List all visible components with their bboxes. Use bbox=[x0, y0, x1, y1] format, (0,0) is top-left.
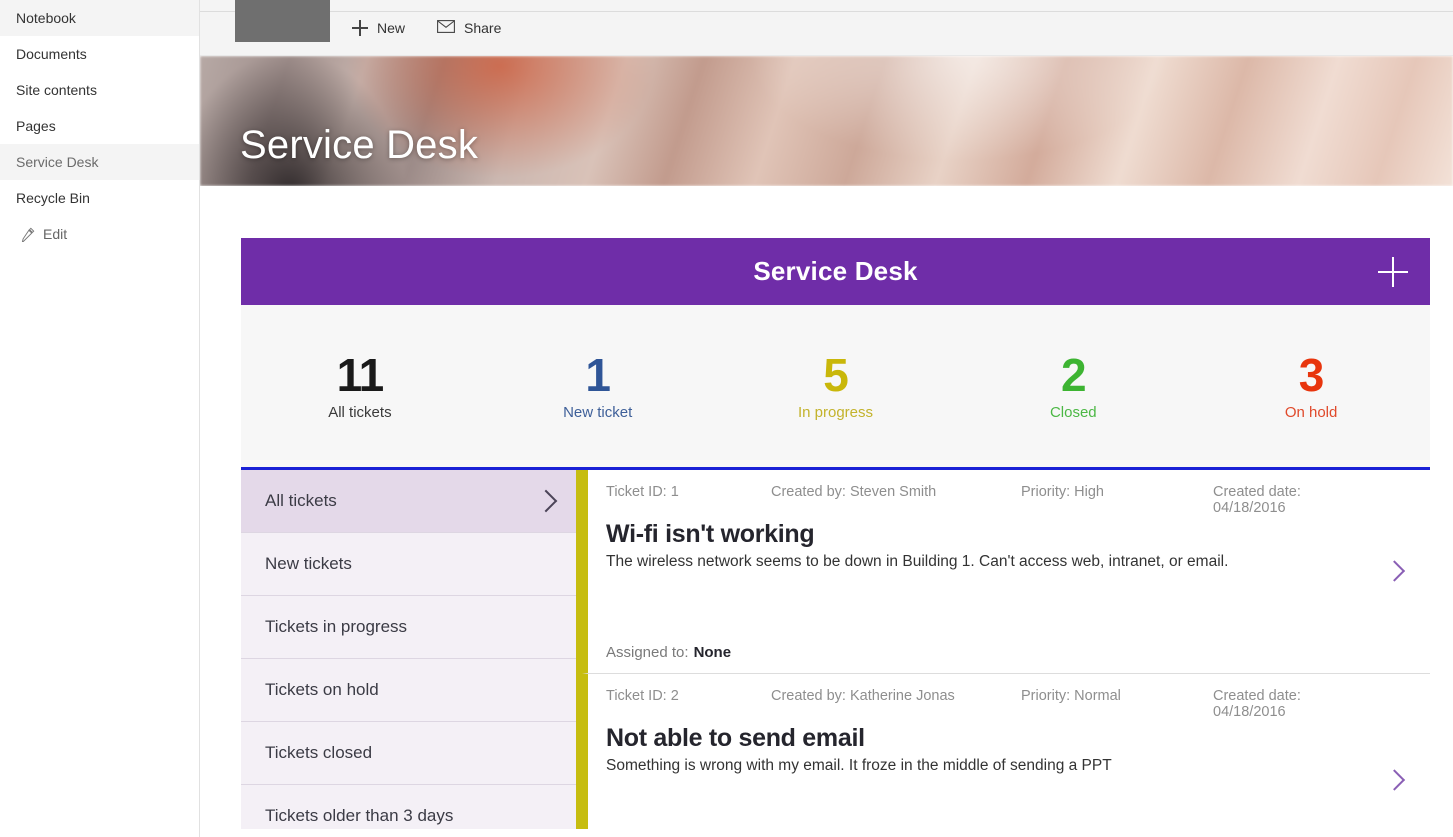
filter-item-label: All tickets bbox=[265, 491, 337, 511]
sidebar-item-site-contents[interactable]: Site contents bbox=[0, 72, 199, 108]
ticket-filter-list: All tickets New tickets Tickets in progr… bbox=[241, 470, 582, 829]
stat-label: Closed bbox=[954, 404, 1192, 421]
filter-item-label: Tickets older than 3 days bbox=[265, 806, 453, 826]
ticket-created-by: Created by: Katherine Jonas bbox=[771, 688, 1021, 720]
ticket-id: Ticket ID: 1 bbox=[606, 484, 771, 516]
stat-on-hold[interactable]: 3 On hold bbox=[1192, 351, 1430, 420]
ticket-assigned-to: Assigned to: None bbox=[606, 644, 731, 661]
stat-value: 11 bbox=[241, 351, 479, 399]
filter-item-label: Tickets on hold bbox=[265, 680, 379, 700]
stat-value: 5 bbox=[717, 351, 955, 399]
ticket-row[interactable]: Ticket ID: 1 Created by: Steven Smith Pr… bbox=[582, 470, 1430, 674]
ticket-assigned-value: None bbox=[694, 644, 732, 661]
stat-label: All tickets bbox=[241, 404, 479, 421]
ticket-title: Wi-fi isn't working bbox=[606, 520, 1370, 549]
sidebar-item-service-desk[interactable]: Service Desk bbox=[0, 144, 199, 180]
stats-row: 11 All tickets 1 New ticket 5 In progres… bbox=[241, 305, 1430, 467]
new-button-label: New bbox=[377, 20, 405, 36]
filter-item-tickets-in-progress[interactable]: Tickets in progress bbox=[241, 596, 576, 659]
ticket-assigned-label: Assigned to: bbox=[606, 644, 689, 661]
share-button-label: Share bbox=[464, 20, 501, 36]
new-button[interactable]: New bbox=[350, 16, 407, 40]
ticket-meta: Ticket ID: 1 Created by: Steven Smith Pr… bbox=[606, 484, 1370, 516]
ticket-created-by: Created by: Steven Smith bbox=[771, 484, 1021, 516]
stat-label: New ticket bbox=[479, 404, 717, 421]
chevron-right-icon[interactable] bbox=[1384, 560, 1405, 581]
filter-item-label: Tickets in progress bbox=[265, 617, 407, 637]
loading-placeholder bbox=[235, 0, 330, 42]
ticket-priority: Priority: High bbox=[1021, 484, 1213, 516]
ticket-created-date: Created date: 04/18/2016 bbox=[1213, 484, 1370, 516]
hero-banner: Service Desk bbox=[200, 56, 1453, 186]
stat-in-progress[interactable]: 5 In progress bbox=[717, 351, 955, 420]
stat-value: 3 bbox=[1192, 351, 1430, 399]
sidebar-item-notebook[interactable]: Notebook bbox=[0, 0, 199, 36]
sidebar-item-label: Notebook bbox=[16, 10, 76, 26]
ticket-title: Not able to send email bbox=[606, 724, 1370, 753]
webpart-title: Service Desk bbox=[753, 256, 917, 287]
ticket-created-date: Created date: 04/18/2016 bbox=[1213, 688, 1370, 720]
page-root: Notebook Documents Site contents Pages S… bbox=[0, 0, 1453, 837]
sidebar-item-recycle-bin[interactable]: Recycle Bin bbox=[0, 180, 199, 216]
ticket-priority: Priority: Normal bbox=[1021, 688, 1213, 720]
stat-label: In progress bbox=[717, 404, 955, 421]
envelope-icon bbox=[437, 20, 455, 36]
sidebar-item-pages[interactable]: Pages bbox=[0, 108, 199, 144]
filter-item-label: New tickets bbox=[265, 554, 352, 574]
ticket-description: The wireless network seems to be down in… bbox=[606, 553, 1370, 571]
service-desk-webpart: Service Desk 11 All tickets 1 New ticket… bbox=[241, 238, 1430, 829]
stat-value: 1 bbox=[479, 351, 717, 399]
add-ticket-button[interactable] bbox=[1378, 257, 1408, 287]
sidebar-item-label: Pages bbox=[16, 118, 56, 134]
chevron-right-icon bbox=[535, 490, 558, 513]
sidebar-item-label: Site contents bbox=[16, 82, 97, 98]
page-title: Service Desk bbox=[240, 123, 478, 168]
filter-item-all-tickets[interactable]: All tickets bbox=[241, 470, 576, 533]
command-bar: New Share bbox=[200, 0, 1453, 56]
filter-item-tickets-older-than-3-days[interactable]: Tickets older than 3 days bbox=[241, 785, 576, 829]
stat-label: On hold bbox=[1192, 404, 1430, 421]
filter-item-tickets-on-hold[interactable]: Tickets on hold bbox=[241, 659, 576, 722]
sidebar-item-documents[interactable]: Documents bbox=[0, 36, 199, 72]
ticket-description: Something is wrong with my email. It fro… bbox=[606, 757, 1370, 775]
filter-item-new-tickets[interactable]: New tickets bbox=[241, 533, 576, 596]
ticket-list: Ticket ID: 1 Created by: Steven Smith Pr… bbox=[582, 470, 1430, 829]
sidebar-item-label: Recycle Bin bbox=[16, 190, 90, 206]
sidebar-item-label: Documents bbox=[16, 46, 87, 62]
webpart-header: Service Desk bbox=[241, 238, 1430, 305]
stat-all-tickets[interactable]: 11 All tickets bbox=[241, 351, 479, 420]
filter-item-tickets-closed[interactable]: Tickets closed bbox=[241, 722, 576, 785]
sidebar-item-label: Service Desk bbox=[16, 154, 98, 170]
pencil-icon bbox=[20, 227, 35, 242]
command-bar-actions: New Share bbox=[350, 0, 503, 56]
site-navigation: Notebook Documents Site contents Pages S… bbox=[0, 0, 200, 837]
ticket-id: Ticket ID: 2 bbox=[606, 688, 771, 720]
webpart-body: All tickets New tickets Tickets in progr… bbox=[241, 467, 1430, 829]
share-button[interactable]: Share bbox=[435, 16, 503, 40]
stat-value: 2 bbox=[954, 351, 1192, 399]
filter-item-label: Tickets closed bbox=[265, 743, 372, 763]
sidebar-edit-label: Edit bbox=[43, 226, 67, 242]
stat-new-ticket[interactable]: 1 New ticket bbox=[479, 351, 717, 420]
plus-icon bbox=[352, 20, 368, 36]
chevron-right-icon[interactable] bbox=[1384, 769, 1405, 790]
ticket-meta: Ticket ID: 2 Created by: Katherine Jonas… bbox=[606, 688, 1370, 720]
stat-closed[interactable]: 2 Closed bbox=[954, 351, 1192, 420]
ticket-row[interactable]: Ticket ID: 2 Created by: Katherine Jonas… bbox=[582, 674, 1430, 829]
sidebar-edit-button[interactable]: Edit bbox=[0, 216, 199, 252]
